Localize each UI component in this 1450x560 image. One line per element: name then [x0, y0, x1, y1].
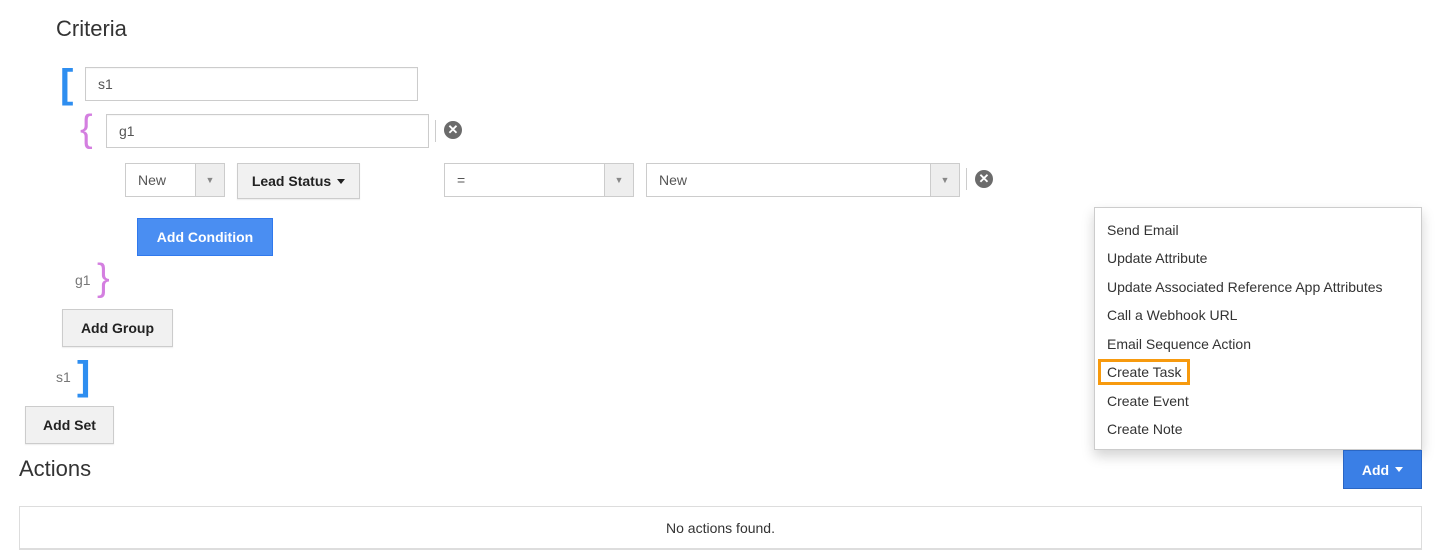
divider [435, 120, 436, 142]
menu-item-create-task[interactable]: Create Task [1097, 359, 1191, 385]
group-open-brace-icon: { [80, 108, 93, 150]
menu-item-create-event[interactable]: Create Event [1107, 393, 1189, 409]
add-action-dropdown-menu: Send Email Update Attribute Update Assoc… [1094, 207, 1422, 450]
actions-empty-state: No actions found. [19, 506, 1422, 550]
criteria-title: Criteria [56, 16, 127, 41]
add-condition-button[interactable]: Add Condition [137, 218, 273, 256]
field-dropdown-button[interactable]: Lead Status [237, 163, 360, 199]
set-name-input[interactable] [85, 67, 418, 101]
group-close-brace-icon: } [97, 257, 110, 299]
set-close-label: s1 [56, 369, 71, 385]
caret-down-icon [1395, 467, 1404, 472]
menu-item-update-associated-reference-app-attributes[interactable]: Update Associated Reference App Attribut… [1107, 279, 1383, 295]
compare-value-select[interactable]: New ▼ [646, 163, 960, 197]
set-close-bracket-icon: ] [77, 354, 91, 398]
operator-select[interactable]: = ▼ [444, 163, 634, 197]
menu-item-email-sequence-action[interactable]: Email Sequence Action [1107, 336, 1251, 352]
add-group-button[interactable]: Add Group [62, 309, 173, 347]
add-action-button[interactable]: Add [1343, 450, 1422, 489]
chevron-down-icon: ▼ [604, 164, 633, 196]
condition-value-select[interactable]: New ▼ [125, 163, 225, 197]
add-action-label: Add [1361, 461, 1390, 478]
field-dropdown-label: Lead Status [251, 173, 332, 189]
condition-value-select-text: New [138, 172, 167, 188]
add-set-button[interactable]: Add Set [25, 406, 114, 444]
compare-value-select-text: New [659, 172, 688, 188]
set-open-bracket-icon: [ [60, 62, 74, 106]
remove-condition-icon[interactable]: ✕ [975, 170, 993, 188]
caret-down-icon [337, 178, 346, 184]
divider [966, 168, 967, 190]
menu-item-call-webhook-url[interactable]: Call a Webhook URL [1107, 307, 1237, 323]
actions-title: Actions [19, 456, 92, 481]
group-close-label: g1 [75, 272, 91, 288]
remove-group-icon[interactable]: ✕ [444, 121, 462, 139]
group-name-input[interactable] [106, 114, 429, 148]
chevron-down-icon: ▼ [195, 164, 224, 196]
operator-select-text: = [457, 172, 466, 188]
chevron-down-icon: ▼ [930, 164, 959, 196]
menu-item-create-note[interactable]: Create Note [1107, 421, 1182, 437]
menu-item-update-attribute[interactable]: Update Attribute [1107, 250, 1207, 266]
empty-message: No actions found. [666, 519, 775, 536]
menu-item-send-email[interactable]: Send Email [1107, 222, 1179, 238]
